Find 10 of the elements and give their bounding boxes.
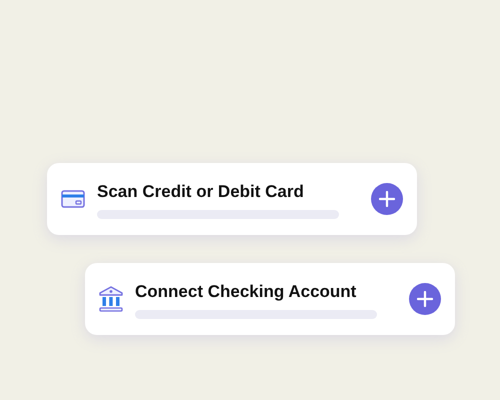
add-button[interactable]	[371, 183, 403, 215]
option-card[interactable]: Scan Credit or Debit Card	[47, 163, 417, 235]
option-card[interactable]: Connect Checking Account	[85, 263, 455, 335]
plus-icon	[417, 291, 433, 307]
option-title: Scan Credit or Debit Card	[97, 180, 305, 203]
plus-icon	[379, 191, 395, 207]
option-title: Connect Checking Account	[135, 280, 358, 303]
add-button[interactable]	[409, 283, 441, 315]
bank-icon	[99, 286, 123, 312]
credit-card-icon	[61, 190, 85, 208]
